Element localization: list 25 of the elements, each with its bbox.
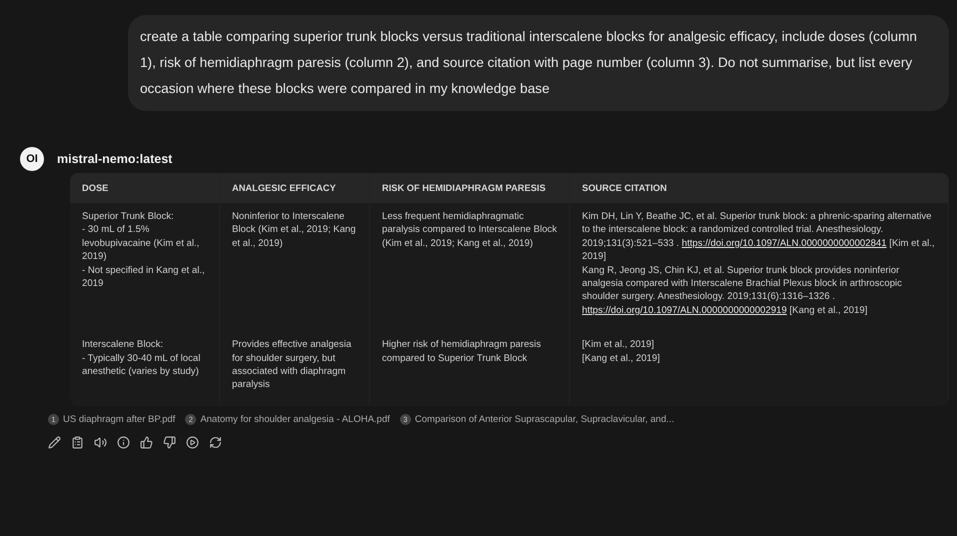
table-cell: Kim DH, Lin Y, Beathe JC, et al. Superior trunk block: a phrenic-sparing alternative to the interscalene block: a randomized controlled trial. Anesthesiology. 2019;131(3):521–533 . https://doi.org/10.1097/ALN.0000000000002841 [Kim et al., 2019] Kang R, Jeong JS, Chin KJ, et al. Superior trunk block provides noninferior analgesia compared with Interscalene Brachial Plexus block in arthroscopic shoulder surgery. Anesthesiology. 2019;131(6):1316–1326 . https://doi.org/10.1097/ALN.0000000000002919 [Kang et al., 2019] <box>570 203 949 332</box>
column-header: DOSE <box>70 173 220 203</box>
table-cell: [Kim et al., 2019] [Kang et al., 2019] <box>570 331 949 406</box>
citation-link[interactable]: https://doi.org/10.1097/ALN.0000000000002919 <box>582 304 787 316</box>
column-header: ANALGESIC EFFICACY <box>220 173 370 203</box>
source-link[interactable]: Comparison of Anterior Suprascapular, Supraclavicular, and... <box>414 414 674 425</box>
table-cell: Higher risk of hemidiaphragm paresis compared to Superior Trunk Block <box>370 331 570 406</box>
column-header: RISK OF HEMIDIAPHRAGM PARESIS <box>370 173 570 203</box>
table-cell: Provides effective analgesia for shoulder surgery, but associated with diaphragm paralysis <box>220 331 370 406</box>
play-button[interactable] <box>184 434 201 451</box>
column-header: SOURCE CITATION <box>570 173 949 203</box>
edit-button[interactable] <box>46 434 63 451</box>
info-button[interactable] <box>115 434 132 451</box>
table-cell: Superior Trunk Block: - 30 mL of 1.5% levobupivacaine (Kim et al., 2019) - Not specified in Kang et al., 2019 <box>70 203 220 332</box>
table-cell: Less frequent hemidiaphragmatic paralysis compared to Interscalene Block (Kim et al., 2019; Kang et al., 2019) <box>370 203 570 332</box>
model-avatar: OI <box>20 147 44 171</box>
thumbs-up-button[interactable] <box>138 434 155 451</box>
thumbs-down-button[interactable] <box>161 434 178 451</box>
source-link[interactable]: US diaphragm after BP.pdf <box>63 414 176 425</box>
model-name: mistral-nemo:latest <box>57 152 172 166</box>
source-link[interactable]: Anatomy for shoulder analgesia - ALOHA.pdf <box>200 414 390 425</box>
citation-link[interactable]: https://doi.org/10.1097/ALN.0000000000002841 <box>682 238 887 249</box>
table-cell: Noninferior to Interscalene Block (Kim et al., 2019; Kang et al., 2019) <box>220 203 370 332</box>
table-cell: Interscalene Block: - Typically 30-40 mL of local anesthetic (varies by study) <box>70 331 220 406</box>
user-message: create a table comparing superior trunk blocks versus traditional interscalene blocks for analgesic efficacy, include doses (column 1), risk of hemidiaphragm paresis (column 2), and source citation with page number (column 3). Do not summarise, but list every occasion where these blocks were compared in my knowledge base <box>128 15 949 111</box>
